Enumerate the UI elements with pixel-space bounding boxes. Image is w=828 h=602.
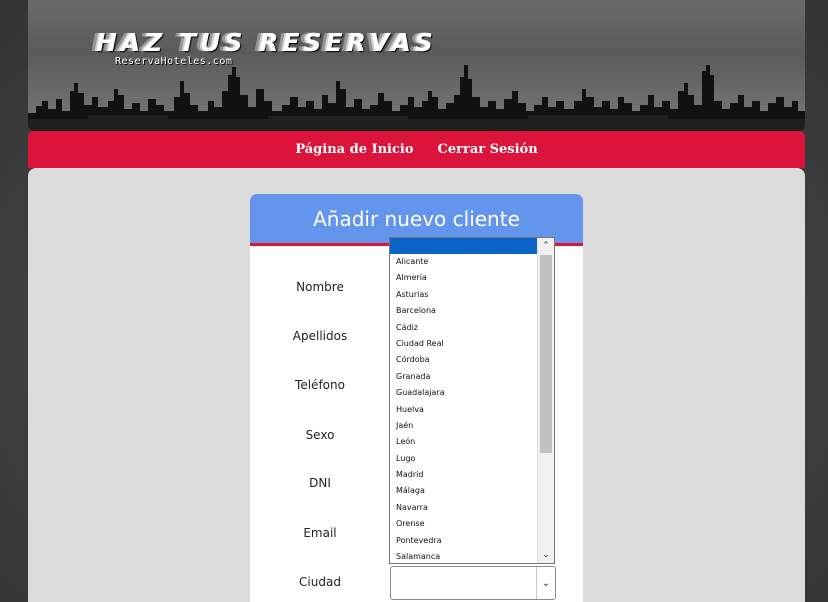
main-nav: Página de Inicio Cerrar Sesión	[28, 131, 805, 168]
ciudad-option[interactable]: Almería	[390, 270, 538, 286]
ciudad-option[interactable]: Cádiz	[390, 320, 538, 336]
logo-title[interactable]: HAZ TUS RESERVAS	[96, 28, 437, 57]
dropdown-scrollbar[interactable]: ⌃ ⌄	[537, 238, 554, 563]
chevron-down-icon[interactable]: ⌄	[536, 567, 555, 599]
ciudad-option[interactable]: Jaén	[390, 418, 538, 434]
scroll-down-icon[interactable]: ⌄	[538, 547, 554, 563]
ciudad-option[interactable]: Ciudad Real	[390, 336, 538, 352]
form-title: Añadir nuevo cliente	[313, 207, 520, 231]
header-banner: HAZ TUS RESERVAS ReservaHoteles.com	[28, 0, 805, 131]
ciudad-option[interactable]: Salamanca	[390, 549, 538, 563]
email-label: Email	[303, 526, 337, 540]
nav-link-home[interactable]: Página de Inicio	[295, 142, 413, 157]
city-skyline-image	[28, 65, 805, 131]
scroll-up-icon[interactable]: ⌃	[538, 238, 554, 254]
ciudad-label: Ciudad	[299, 575, 341, 589]
ciudad-options: Alicante Almería Asturias Barcelona Cádi…	[390, 238, 538, 563]
dni-label: DNI	[309, 476, 331, 490]
nav-link-logout[interactable]: Cerrar Sesión	[438, 142, 538, 157]
ciudad-option[interactable]: León	[390, 434, 538, 450]
ciudad-dropdown-list[interactable]: Alicante Almería Asturias Barcelona Cádi…	[389, 237, 555, 564]
ciudad-option[interactable]: Madrid	[390, 467, 538, 483]
ciudad-option[interactable]: Asturias	[390, 287, 538, 303]
ciudad-option[interactable]: Lugo	[390, 451, 538, 467]
ciudad-option[interactable]: Guadalajara	[390, 385, 538, 401]
ciudad-option[interactable]: Málaga	[390, 483, 538, 499]
ciudad-select[interactable]: ⌄	[390, 566, 556, 600]
ciudad-option[interactable]: Barcelona	[390, 303, 538, 319]
page: HAZ TUS RESERVAS ReservaHoteles.com Pági…	[0, 0, 828, 602]
sexo-label: Sexo	[305, 428, 335, 442]
ciudad-option[interactable]: Córdoba	[390, 352, 538, 368]
apellidos-label: Apellidos	[292, 329, 348, 343]
ciudad-option[interactable]	[390, 238, 538, 254]
scrollbar-thumb[interactable]	[540, 255, 552, 453]
ciudad-option[interactable]: Navarra	[390, 500, 538, 516]
ciudad-option[interactable]: Alicante	[390, 254, 538, 270]
telefono-label: Teléfono	[295, 378, 345, 392]
ciudad-option[interactable]: Granada	[390, 369, 538, 385]
ciudad-option[interactable]: Huelva	[390, 402, 538, 418]
ciudad-option[interactable]: Pontevedra	[390, 533, 538, 549]
nombre-label: Nombre	[296, 280, 344, 294]
ciudad-option[interactable]: Orense	[390, 516, 538, 532]
